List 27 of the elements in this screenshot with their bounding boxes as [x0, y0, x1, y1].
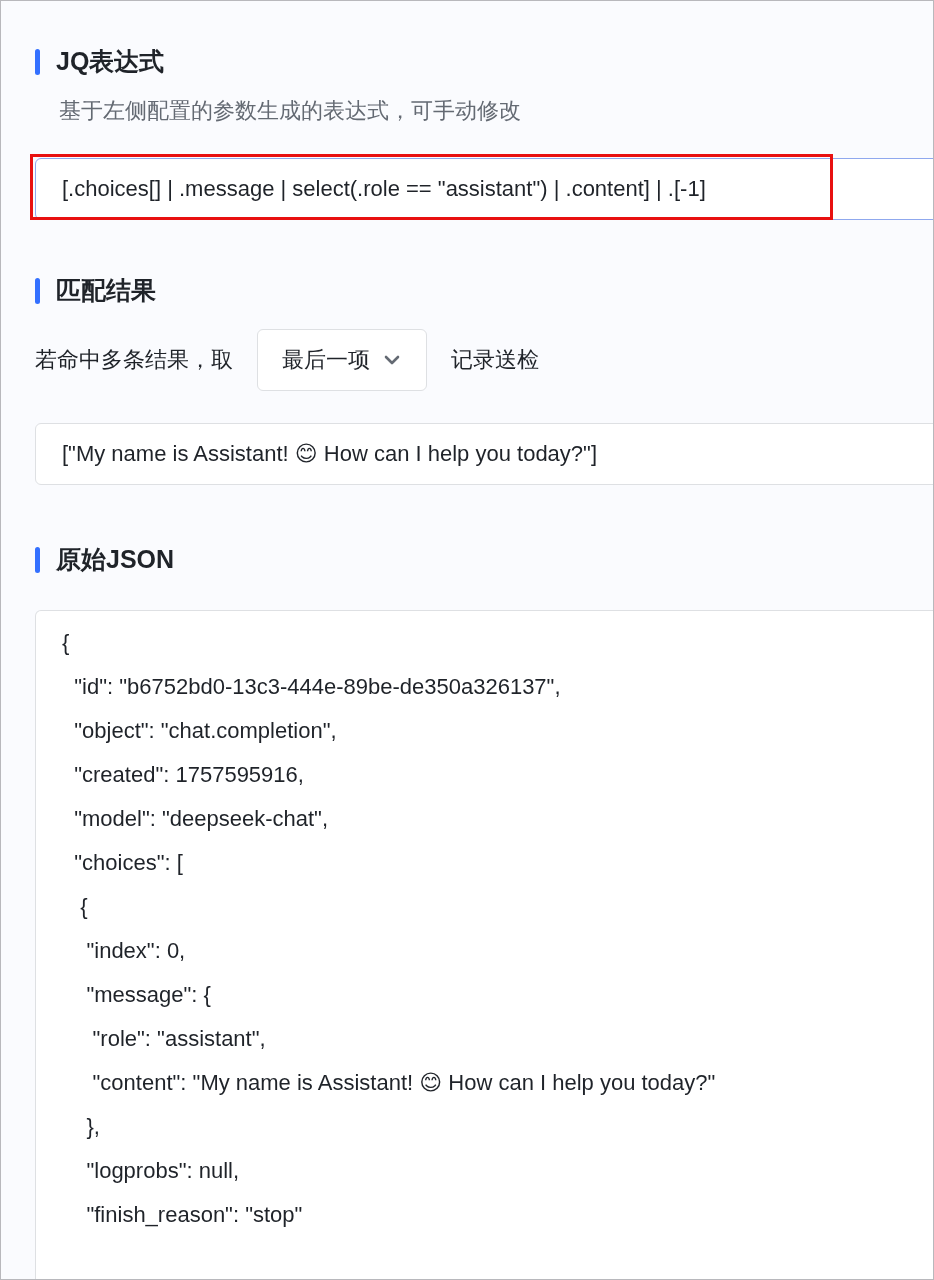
code-line: "finish_reason": "stop" — [85, 1201, 304, 1229]
code-line: "created": 1757595916, — [73, 761, 305, 789]
code-line: "index": 0, — [85, 937, 187, 965]
code-line: "logprobs": null, — [85, 1157, 241, 1185]
section-marker — [35, 546, 40, 573]
code-line: "id": "b6752bd0-13c3-444e-89be-de350a326137", — [73, 673, 562, 701]
option-label: 若命中多条结果，取 — [35, 346, 233, 374]
code-line: "choices": [ — [73, 849, 184, 877]
expression-field[interactable]: [.choices[] | .message | select(.role == "assistant") | .content] | .[-1] — [35, 158, 933, 220]
code-line: "content": "My name is Assistant! 😊 How can I help you today?" — [91, 1069, 717, 1097]
code-line: "role": "assistant", — [91, 1025, 267, 1053]
option-label: 记录送检 — [451, 346, 539, 374]
section-marker — [35, 48, 40, 75]
result-select[interactable]: 最后一项 — [257, 329, 427, 391]
code-line: "object": "chat.completion", — [73, 717, 338, 745]
section-marker — [35, 277, 40, 304]
chevron-down-icon — [384, 355, 400, 365]
section-title: 原始JSON — [56, 544, 175, 575]
result-field[interactable]: ["My name is Assistant! 😊 How can I help you today?"] — [35, 423, 933, 485]
code-line: "message": { — [85, 981, 212, 1009]
section-description: 基于左侧配置的参数生成的表达式，可手动修改 — [59, 97, 522, 125]
code-line: { — [79, 893, 89, 921]
code-line: }, — [85, 1113, 101, 1141]
section-title: JQ表达式 — [56, 46, 165, 77]
code-line: "model": "deepseek-chat", — [73, 805, 330, 833]
section-title: 匹配结果 — [56, 275, 156, 306]
code-line: { — [62, 629, 71, 657]
